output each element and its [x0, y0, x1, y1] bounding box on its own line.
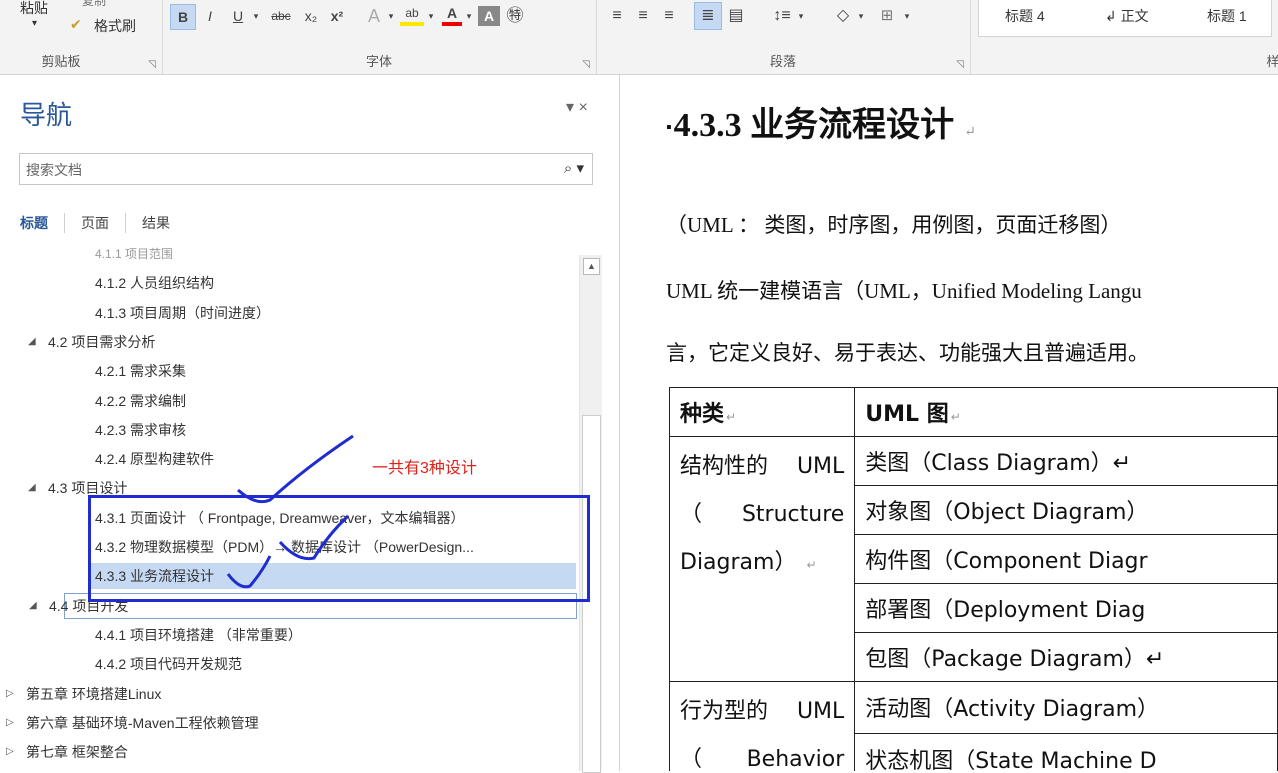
table-header-row: 种类 ↵ UML 图 ↵ [668, 387, 1278, 437]
annotation-checkmarks [226, 434, 354, 589]
category-cell-structure: 结构性的 UML （Structure Diagram） ↵ [668, 436, 856, 682]
doc-heading: ▪4.3.3 业务流程设计 ↵ [666, 97, 976, 146]
table-row: 结构性的 UML （Structure Diagram） ↵ 类图（Class Di… [668, 436, 1278, 682]
line-spacing-dropdown-icon[interactable]: ▾ [796, 4, 806, 28]
shading-icon[interactable]: ◇ [832, 4, 854, 28]
diagram-cell: 对象图（Object Diagram） [854, 485, 1278, 535]
heading-bullet: ▪ [666, 119, 672, 137]
diagram-cell: 类图（Class Diagram）↵ [854, 436, 1278, 486]
table-header: UML 图 ↵ [854, 387, 1278, 437]
borders-dropdown-icon[interactable]: ▾ [902, 4, 912, 28]
line-spacing-icon[interactable]: ↕≡ [770, 4, 794, 28]
annotation-check-3 [226, 555, 272, 589]
diagram-cell: 构件图（Component Diagr [854, 534, 1278, 584]
category-cell-behavior: 行为型的 UML （Behavior [668, 681, 856, 771]
diagram-cell: 状态机图（State Machine D [854, 732, 1278, 771]
annotation-check-1 [237, 434, 354, 504]
doc-paragraph-1: （UML ： 类图，时序图，用例图，页面迁移图） [666, 213, 1122, 237]
diagram-cell: 活动图（Activity Diagram） [854, 681, 1278, 734]
diagram-cell: 部署图（Deployment Diag [854, 583, 1278, 633]
styles-group: 标题 4 ↲ 正文 标题 1 样 [970, 0, 1278, 74]
style-heading-1[interactable]: 标题 1 [1207, 6, 1247, 26]
styles-gallery: 标题 4 ↲ 正文 标题 1 [978, 0, 1272, 37]
style-normal[interactable]: ↲ 正文 [1105, 6, 1149, 26]
align-center-icon[interactable]: ≡ [632, 4, 654, 28]
justify-icon[interactable]: ≣ [694, 2, 722, 30]
annotation-check-2 [278, 514, 350, 561]
document-page: ▪4.3.3 业务流程设计 ↵ （UML ： 类图，时序图，用例图，页面迁移图） … [620, 75, 1278, 771]
uml-table: 种类 ↵ UML 图 ↵ 结构性的 UML （Structure Diagram） ↵ … [668, 387, 1278, 771]
shading-dropdown-icon[interactable]: ▾ [856, 4, 866, 28]
borders-icon[interactable]: ⊞ [876, 4, 898, 28]
paragraph-group-label: 段落 [769, 54, 796, 69]
style-heading-4[interactable]: 标题 4 [1005, 6, 1045, 26]
paragraph-mark: ↵ [964, 125, 976, 140]
align-right-icon[interactable]: ≡ [658, 4, 680, 28]
table-header: 种类 ↵ [668, 387, 856, 437]
heading-text: 4.3.3 业务流程设计 [673, 107, 955, 144]
doc-paragraph-2: UML 统一建模语言（UML，Unified Modeling Langu [666, 279, 1142, 303]
diagram-cell: 包图（Package Diagram）↵ [854, 632, 1278, 682]
paragraph-group: ≡ ≡ ≡ ≣ ▤ ↕≡ ▾ ◇ ▾ ⊞ ▾ 段落 ◹ [596, 0, 971, 74]
table-row: 行为型的 UML （Behavior 活动图（Activity Diagram） [668, 681, 1278, 771]
distributed-icon[interactable]: ▤ [724, 4, 748, 28]
paragraph-launcher-icon[interactable]: ◹ [956, 59, 964, 70]
styles-group-label: 样 [1266, 54, 1278, 69]
doc-paragraph-3: 言，它定义良好、易于表达、功能强大且普遍适用。 [666, 341, 1149, 365]
